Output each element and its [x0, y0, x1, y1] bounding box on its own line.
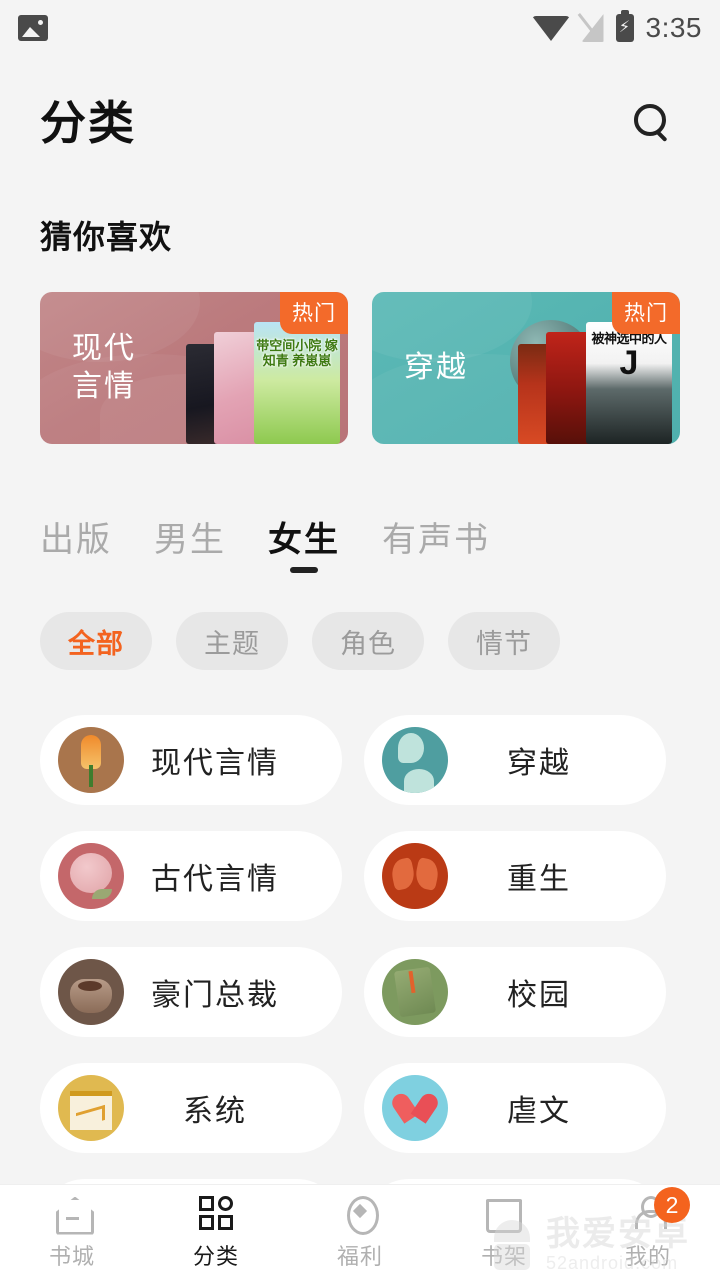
nav-item-welfare[interactable]: 福利 — [288, 1185, 432, 1280]
tab-male[interactable]: 男生 — [154, 512, 226, 575]
nav-label: 书架 — [480, 1243, 527, 1269]
tab-label: 男生 — [154, 521, 226, 559]
photo-icon — [18, 15, 48, 41]
nav-label: 分类 — [192, 1243, 239, 1269]
chart-board-icon — [58, 1075, 124, 1141]
nav-label: 书城 — [48, 1243, 95, 1269]
book-cover-title: 带空间小院 嫁知青 养崽崽 — [256, 338, 338, 368]
battery-charging-icon: ⚡ — [615, 10, 634, 42]
tab-audiobook[interactable]: 有声书 — [382, 512, 490, 575]
bottom-navigation: 书城 分类 福利 书架 2 我的 — [0, 1184, 720, 1280]
broken-heart-icon — [382, 1075, 448, 1141]
flower-icon — [58, 727, 124, 793]
chip-all[interactable]: 全部 — [40, 612, 152, 670]
hot-badge: 热门 — [280, 292, 348, 334]
recommend-card-label: 穿越 — [404, 351, 468, 384]
grid-icon — [196, 1195, 236, 1231]
hot-badge: 热门 — [612, 292, 680, 334]
globe-icon — [382, 727, 448, 793]
butterfly-icon — [382, 843, 448, 909]
home-icon — [52, 1195, 92, 1231]
book-open-icon — [484, 1195, 524, 1233]
category-label: 重生 — [507, 863, 571, 896]
category-label: 校园 — [507, 979, 571, 1012]
category-label: 豪门总裁 — [151, 979, 279, 1012]
nav-item-mine[interactable]: 2 我的 — [576, 1185, 720, 1280]
recommend-section-title: 猜你喜欢 — [40, 219, 173, 255]
book-cover: 被神选中的人 J — [586, 322, 672, 444]
tab-female[interactable]: 女生 — [268, 512, 340, 575]
filter-chip-row: 全部 主题 角色 情节 — [40, 612, 680, 670]
nav-item-shelf[interactable]: 书架 — [432, 1185, 576, 1280]
category-tabs: 出版 男生 女生 有声书 — [40, 512, 680, 575]
category-item-ancient-romance[interactable]: 古代言情 — [40, 831, 342, 921]
chip-plot[interactable]: 情节 — [448, 612, 560, 670]
book-cover-big-letter: J — [619, 344, 639, 382]
search-icon — [634, 104, 666, 136]
category-item-system[interactable]: 系统 — [40, 1063, 342, 1153]
chip-theme[interactable]: 主题 — [176, 612, 288, 670]
category-label: 虐文 — [507, 1095, 571, 1128]
category-item-ceo[interactable]: 豪门总裁 — [40, 947, 342, 1037]
category-item-campus[interactable]: 校园 — [364, 947, 666, 1037]
search-button[interactable] — [620, 90, 680, 150]
signal-off-icon — [577, 13, 604, 42]
category-label: 古代言情 — [151, 863, 279, 896]
status-bar-right: ⚡ 3:35 — [531, 10, 703, 44]
category-item-modern-romance[interactable]: 现代言情 — [40, 715, 342, 805]
tab-publication[interactable]: 出版 — [40, 512, 112, 575]
book-cover: 带空间小院 嫁知青 养崽崽 — [254, 322, 340, 444]
recommend-card-time-travel[interactable]: 穿越 热门 被神选中的人 J — [372, 292, 680, 444]
category-item-time-travel[interactable]: 穿越 — [364, 715, 666, 805]
status-bar: ⚡ 3:35 — [0, 0, 720, 56]
wifi-icon — [531, 15, 570, 41]
diamond-icon — [340, 1195, 380, 1235]
recommend-card-modern-romance[interactable]: 现代 言情 热门 带空间小院 嫁知青 养崽崽 — [40, 292, 348, 444]
category-label: 系统 — [183, 1095, 247, 1128]
nav-label: 我的 — [624, 1243, 671, 1269]
nav-item-category[interactable]: 分类 — [144, 1185, 288, 1280]
tab-label: 出版 — [40, 521, 112, 559]
app-root: ⚡ 3:35 分类 猜你喜欢 现代 言情 热门 带空间小院 嫁知青 养崽崽 穿越… — [0, 0, 720, 1280]
page-title: 分类 — [40, 97, 136, 149]
nav-label: 福利 — [336, 1243, 383, 1269]
status-bar-clock: 3:35 — [645, 12, 702, 43]
recommend-card-label: 现代 言情 — [72, 332, 136, 403]
status-bar-left — [18, 15, 48, 41]
category-item-angst[interactable]: 虐文 — [364, 1063, 666, 1153]
category-label: 现代言情 — [151, 747, 279, 780]
nav-item-bookstore[interactable]: 书城 — [0, 1185, 144, 1280]
page-header: 分类 — [0, 70, 720, 170]
category-label: 穿越 — [507, 747, 571, 780]
category-item-rebirth[interactable]: 重生 — [364, 831, 666, 921]
recommend-card-row: 现代 言情 热门 带空间小院 嫁知青 养崽崽 穿越 热门 被神选中的人 J — [40, 292, 680, 444]
book-icon — [382, 959, 448, 1025]
pot-icon — [58, 959, 124, 1025]
tab-label: 有声书 — [382, 521, 490, 559]
peach-blossom-icon — [58, 843, 124, 909]
tab-label: 女生 — [268, 521, 340, 559]
chip-role[interactable]: 角色 — [312, 612, 424, 670]
status-badge: 2 — [654, 1187, 690, 1223]
